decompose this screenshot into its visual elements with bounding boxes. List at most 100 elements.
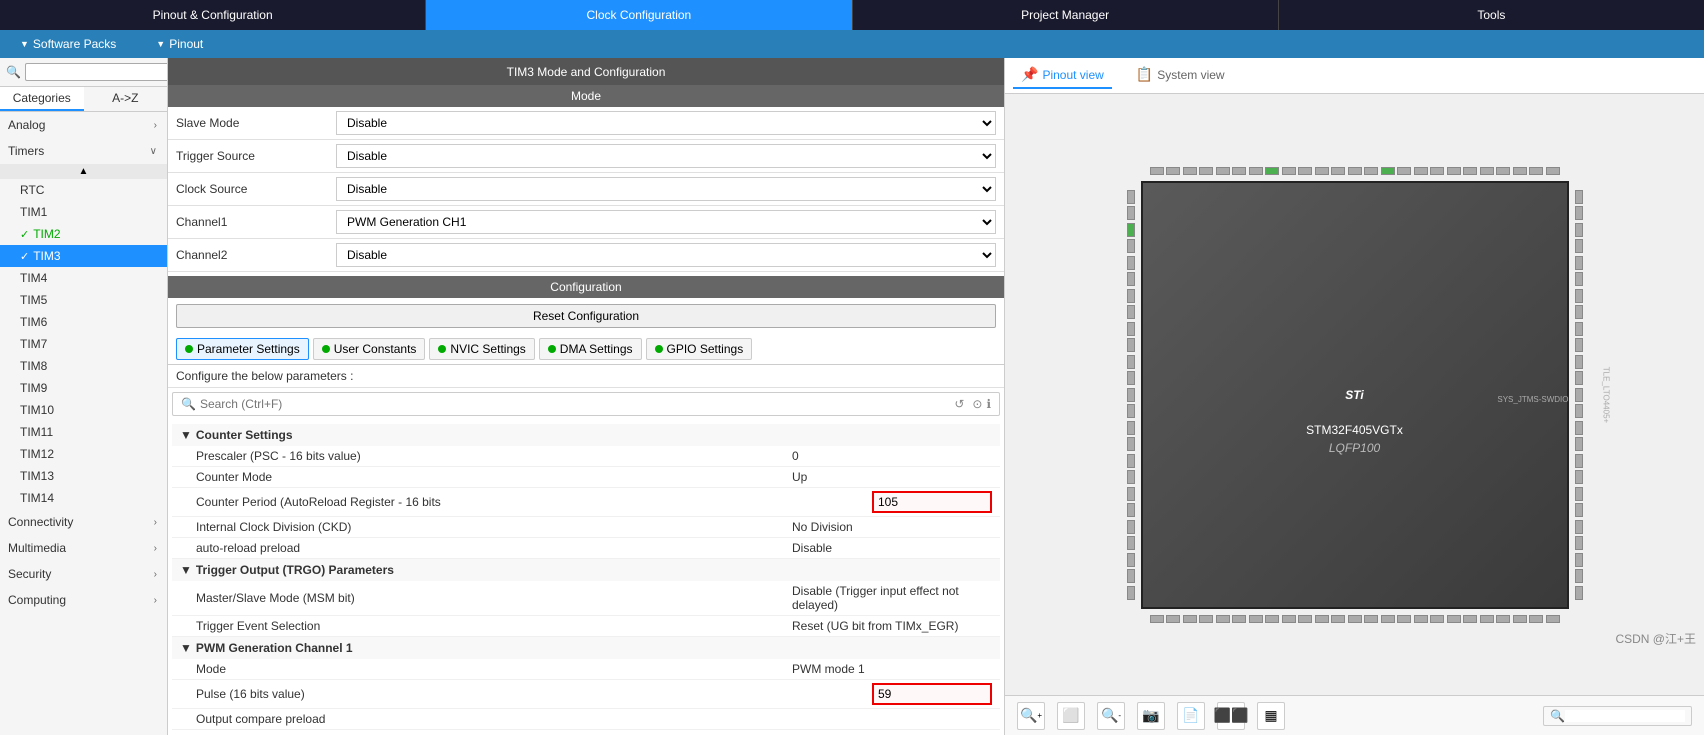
- tab-pinout-view[interactable]: 📌 Pinout view: [1013, 62, 1112, 89]
- nav-pinout-menu[interactable]: Pinout: [156, 37, 203, 51]
- param-group-trgo[interactable]: ▼ Trigger Output (TRGO) Parameters: [172, 559, 1000, 581]
- sidebar-item-computing[interactable]: Computing ›: [0, 587, 167, 613]
- channel2-select[interactable]: Disable: [336, 243, 996, 267]
- nav-pinout[interactable]: Pinout & Configuration: [0, 0, 426, 30]
- pin-row-left: [1127, 190, 1135, 600]
- sidebar-item-tim7[interactable]: TIM7: [0, 333, 167, 355]
- toolbar-search-input[interactable]: [1565, 710, 1685, 722]
- pin-right-9: [1575, 322, 1583, 336]
- chip-subname: LQFP100: [1329, 439, 1380, 456]
- pin-left-2: [1127, 206, 1135, 220]
- pin-row-bottom: [1150, 615, 1560, 623]
- sidebar-item-connectivity[interactable]: Connectivity ›: [0, 509, 167, 535]
- sidebar-item-tim13[interactable]: TIM13: [0, 465, 167, 487]
- search-icon: 🔍: [6, 65, 21, 79]
- pin-top-7: [1249, 167, 1263, 175]
- tab-nvic-settings[interactable]: NVIC Settings: [429, 338, 534, 360]
- param-row-counter-mode: Counter Mode Up: [172, 467, 1000, 488]
- pin-top-2: [1166, 167, 1180, 175]
- clock-source-select[interactable]: Disable: [336, 177, 996, 201]
- sidebar-item-tim3[interactable]: ✓ TIM3: [0, 245, 167, 267]
- pin-top-25: [1546, 167, 1560, 175]
- sidebar-item-tim10[interactable]: TIM10: [0, 399, 167, 421]
- pulse-input[interactable]: [872, 683, 992, 705]
- pin-right-15: [1575, 421, 1583, 435]
- param-group-pwm[interactable]: ▼ PWM Generation Channel 1: [172, 637, 1000, 659]
- nav-tools[interactable]: Tools: [1279, 0, 1704, 30]
- pin-left-22: [1127, 536, 1135, 550]
- search-options-button[interactable]: ⊙: [972, 397, 982, 411]
- param-row-prescaler: Prescaler (PSC - 16 bits value) 0: [172, 446, 1000, 467]
- sidebar-item-tim5[interactable]: TIM5: [0, 289, 167, 311]
- sidebar-item-timers[interactable]: Timers ∨: [0, 138, 167, 164]
- pin-bot-24: [1529, 615, 1543, 623]
- pin-right-1: [1575, 190, 1583, 204]
- split-view-button[interactable]: ⬛⬛: [1217, 702, 1245, 730]
- sidebar-item-tim9[interactable]: TIM9: [0, 377, 167, 399]
- tab-gpio-settings[interactable]: GPIO Settings: [646, 338, 753, 360]
- sidebar-item-tim14[interactable]: TIM14: [0, 487, 167, 509]
- search-input[interactable]: [25, 63, 168, 81]
- channel1-select[interactable]: PWM Generation CH1: [336, 210, 996, 234]
- scroll-up-button[interactable]: ▲: [0, 164, 167, 179]
- bottom-toolbar: 🔍+ ⬜ 🔍- 📷 📄 ⬛⬛ ▦ 🔍: [1005, 695, 1704, 735]
- pin-bot-9: [1282, 615, 1296, 623]
- pin-right-24: [1575, 569, 1583, 583]
- pin-right-20: [1575, 503, 1583, 517]
- tab-user-constants[interactable]: User Constants: [313, 338, 426, 360]
- right-panel: 📌 Pinout view 📋 System view: [1004, 58, 1704, 735]
- chip-logo: STi: [1345, 333, 1363, 413]
- param-row-pulse: Pulse (16 bits value): [172, 680, 1000, 709]
- sidebar-item-tim4[interactable]: TIM4: [0, 267, 167, 289]
- trigger-source-select[interactable]: Disable: [336, 144, 996, 168]
- pin-top-23: [1513, 167, 1527, 175]
- sidebar-item-tim11[interactable]: TIM11: [0, 421, 167, 443]
- nav-project[interactable]: Project Manager: [853, 0, 1279, 30]
- sidebar-item-tim8[interactable]: TIM8: [0, 355, 167, 377]
- tab-categories[interactable]: Categories: [0, 87, 84, 111]
- tab-dma-settings[interactable]: DMA Settings: [539, 338, 642, 360]
- tab-parameter-settings[interactable]: Parameter Settings: [176, 338, 309, 360]
- pin-left-15: [1127, 421, 1135, 435]
- search-params-icon: 🔍: [181, 397, 196, 411]
- nav-software-packs[interactable]: Software Packs: [20, 37, 116, 51]
- chevron-right-icon-comp: ›: [154, 595, 157, 606]
- grid-button[interactable]: ▦: [1257, 702, 1285, 730]
- param-group-counter[interactable]: ▼ Counter Settings: [172, 424, 1000, 446]
- sidebar-tabs: Categories A->Z: [0, 87, 167, 112]
- reset-configuration-button[interactable]: Reset Configuration: [176, 304, 996, 328]
- pin-top-1: [1150, 167, 1164, 175]
- watermark: CSDN @江+王: [1615, 630, 1696, 647]
- pin-left-20: [1127, 503, 1135, 517]
- screenshot-button[interactable]: 📷: [1137, 702, 1165, 730]
- zoom-out-button[interactable]: 🔍-: [1097, 702, 1125, 730]
- pin-left-17: [1127, 454, 1135, 468]
- info-button[interactable]: ℹ: [986, 397, 991, 411]
- sidebar-item-tim6[interactable]: TIM6: [0, 311, 167, 333]
- pin-right-18: [1575, 470, 1583, 484]
- pin-right-17: [1575, 454, 1583, 468]
- copy-button[interactable]: 📄: [1177, 702, 1205, 730]
- dot-icon-4: [548, 345, 556, 353]
- sidebar-item-tim2[interactable]: ✓ TIM2: [0, 223, 167, 245]
- fit-screen-button[interactable]: ⬜: [1057, 702, 1085, 730]
- pin-top-15: [1381, 167, 1395, 175]
- params-search-input[interactable]: [200, 397, 950, 411]
- sidebar-item-tim1[interactable]: TIM1: [0, 201, 167, 223]
- pin-right-14: [1575, 404, 1583, 418]
- tab-system-view[interactable]: 📋 System view: [1128, 62, 1233, 89]
- collapse-icon-2: ▼: [180, 563, 192, 577]
- sidebar-item-rtc[interactable]: RTC: [0, 179, 167, 201]
- pin-right-8: [1575, 305, 1583, 319]
- tab-az[interactable]: A->Z: [84, 87, 168, 111]
- sidebar-item-tim12[interactable]: TIM12: [0, 443, 167, 465]
- slave-mode-select[interactable]: Disable: [336, 111, 996, 135]
- counter-period-input[interactable]: [872, 491, 992, 513]
- sidebar-item-security[interactable]: Security ›: [0, 561, 167, 587]
- sidebar-item-analog[interactable]: Analog ›: [0, 112, 167, 138]
- zoom-in-button[interactable]: 🔍+: [1017, 702, 1045, 730]
- nav-clock[interactable]: Clock Configuration: [426, 0, 852, 30]
- dot-icon: [185, 345, 193, 353]
- sidebar-item-multimedia[interactable]: Multimedia ›: [0, 535, 167, 561]
- reset-search-button[interactable]: ↺: [954, 397, 964, 411]
